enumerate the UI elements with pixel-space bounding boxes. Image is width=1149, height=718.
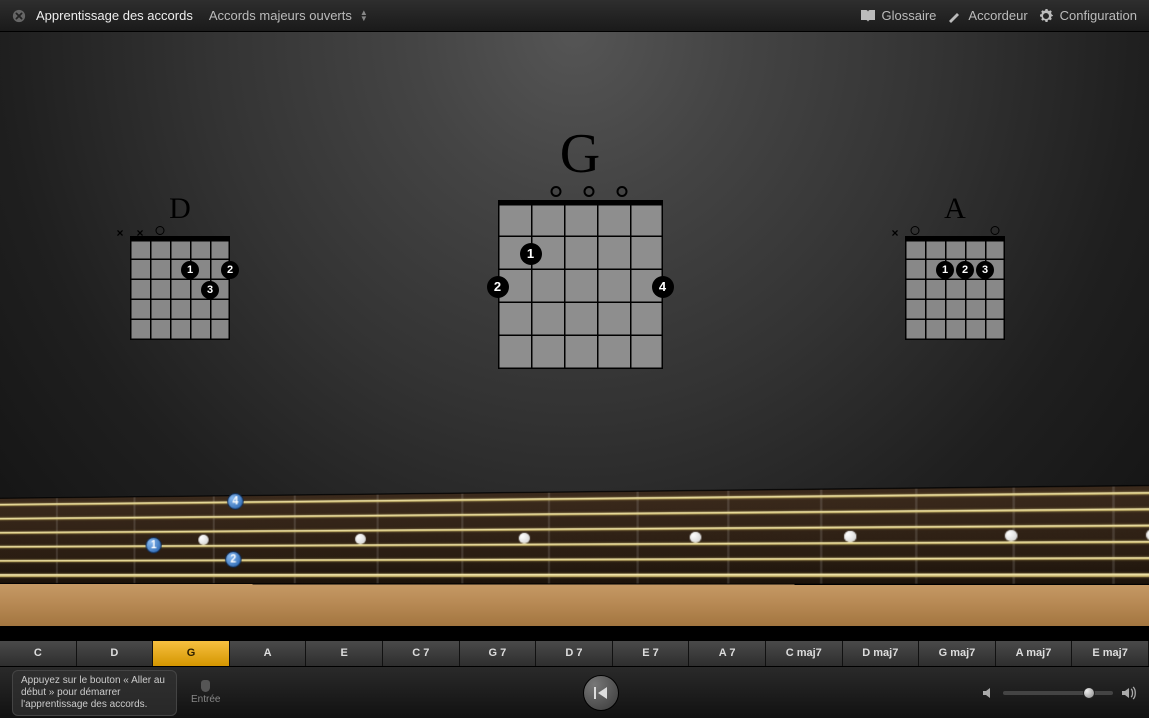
chord-grid: 123 bbox=[905, 240, 1005, 340]
finger-dot: 2 bbox=[221, 261, 239, 279]
go-to-start-button[interactable] bbox=[583, 675, 619, 711]
tuner-button[interactable]: Accordeur bbox=[946, 8, 1027, 23]
fretboard: 4 1 2 bbox=[0, 482, 1149, 585]
header-bar: Apprentissage des accords Accords majeur… bbox=[0, 0, 1149, 32]
neck-finger-dot: 4 bbox=[227, 493, 244, 510]
chord-tab-a[interactable]: A bbox=[230, 641, 307, 666]
chord-name: D bbox=[120, 192, 240, 226]
finger-dot: 4 bbox=[652, 276, 674, 298]
config-button[interactable]: Configuration bbox=[1038, 8, 1137, 24]
glossary-button[interactable]: Glossaire bbox=[860, 8, 937, 23]
chord-tab-g[interactable]: G bbox=[153, 641, 230, 666]
chord-tab-amaj7[interactable]: A maj7 bbox=[996, 641, 1073, 666]
chord-tab-g7[interactable]: G 7 bbox=[460, 641, 537, 666]
chord-tab-e7[interactable]: E 7 bbox=[613, 641, 690, 666]
glossary-label: Glossaire bbox=[882, 8, 937, 23]
config-label: Configuration bbox=[1060, 8, 1137, 23]
chord-grid: 124 bbox=[498, 204, 663, 369]
volume-control[interactable] bbox=[981, 686, 1137, 700]
chord-tab-emaj7[interactable]: E maj7 bbox=[1072, 641, 1149, 666]
chord-diagram-d: D 123 bbox=[120, 192, 240, 345]
neck-finger-dot: 2 bbox=[225, 551, 242, 568]
entry-indicator: Entrée bbox=[191, 680, 220, 705]
finger-dot: 2 bbox=[956, 261, 974, 279]
chord-tab-c[interactable]: C bbox=[0, 641, 77, 666]
tuningfork-icon bbox=[946, 9, 962, 23]
chord-tab-d7[interactable]: D 7 bbox=[536, 641, 613, 666]
volume-high-icon bbox=[1121, 686, 1137, 700]
open-marker bbox=[911, 226, 920, 235]
close-icon[interactable] bbox=[12, 9, 26, 23]
volume-knob[interactable] bbox=[1083, 687, 1095, 699]
app-root: Apprentissage des accords Accords majeur… bbox=[0, 0, 1149, 718]
chord-tab-a7[interactable]: A 7 bbox=[689, 641, 766, 666]
chord-diagrams: D 123 G 124 A 123 bbox=[0, 122, 1149, 422]
open-marker bbox=[551, 186, 562, 197]
lesson-select[interactable]: Accords majeurs ouverts ▲▼ bbox=[209, 8, 368, 23]
chord-tab-d[interactable]: D bbox=[77, 641, 154, 666]
chord-tab-c7[interactable]: C 7 bbox=[383, 641, 460, 666]
chord-diagram-a: A 123 bbox=[895, 192, 1015, 345]
chord-tab-cmaj7[interactable]: C maj7 bbox=[766, 641, 843, 666]
chord-tab-gmaj7[interactable]: G maj7 bbox=[919, 641, 996, 666]
finger-dot: 1 bbox=[181, 261, 199, 279]
mic-icon bbox=[201, 680, 210, 692]
finger-dot: 1 bbox=[936, 261, 954, 279]
chevron-updown-icon: ▲▼ bbox=[360, 10, 368, 22]
chord-tab-e[interactable]: E bbox=[306, 641, 383, 666]
hint-tooltip: Appuyez sur le bouton « Aller au début »… bbox=[12, 670, 177, 716]
finger-dot: 2 bbox=[487, 276, 509, 298]
strings bbox=[0, 482, 1149, 585]
app-title: Apprentissage des accords bbox=[36, 8, 193, 23]
open-marker bbox=[617, 186, 628, 197]
volume-slider[interactable] bbox=[1003, 691, 1113, 695]
chord-name: G bbox=[490, 122, 670, 186]
mute-marker bbox=[116, 226, 123, 240]
mute-marker bbox=[891, 226, 898, 240]
chord-name: A bbox=[895, 192, 1015, 226]
volume-low-icon bbox=[981, 686, 995, 700]
skip-start-icon bbox=[592, 684, 610, 702]
finger-dot: 3 bbox=[201, 281, 219, 299]
transport-bar: Appuyez sur le bouton « Aller au début »… bbox=[0, 666, 1149, 718]
open-marker bbox=[991, 226, 1000, 235]
stage: D 123 G 124 A 123 bbox=[0, 32, 1149, 626]
entry-label: Entrée bbox=[191, 694, 220, 705]
tuner-label: Accordeur bbox=[968, 8, 1027, 23]
chord-strip: CDGAEC 7G 7D 7E 7A 7C maj7D maj7G maj7A … bbox=[0, 640, 1149, 666]
open-marker bbox=[584, 186, 595, 197]
chord-tab-dmaj7[interactable]: D maj7 bbox=[843, 641, 920, 666]
neck-finger-dot: 1 bbox=[146, 537, 162, 553]
lesson-name: Accords majeurs ouverts bbox=[209, 8, 352, 23]
gear-icon bbox=[1038, 8, 1054, 24]
chord-diagram-g: G 124 bbox=[490, 122, 670, 374]
finger-dot: 3 bbox=[976, 261, 994, 279]
chord-grid: 123 bbox=[130, 240, 230, 340]
book-icon bbox=[860, 9, 876, 23]
finger-dot: 1 bbox=[520, 243, 542, 265]
open-marker bbox=[156, 226, 165, 235]
